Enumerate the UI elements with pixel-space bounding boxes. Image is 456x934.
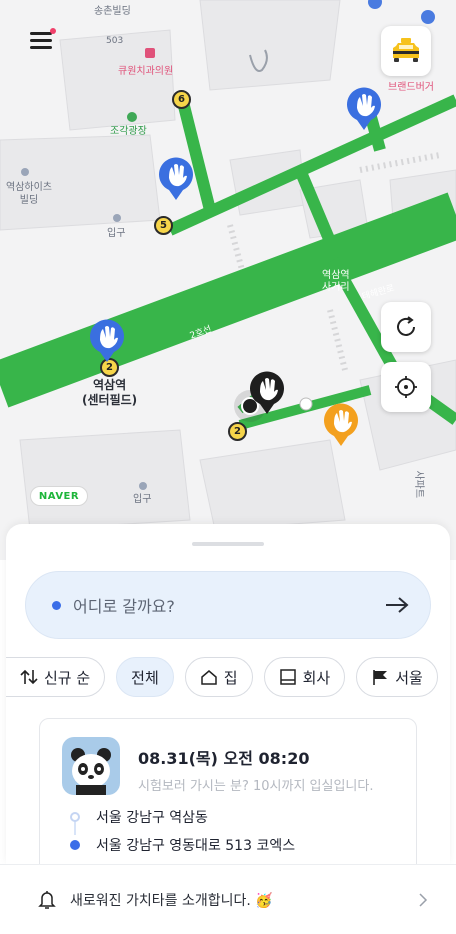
flag-icon [373,670,388,685]
hamburger-icon[interactable] [28,28,56,54]
hand-wave-pin-icon[interactable] [322,402,360,448]
map-label-station: 역삼역 (센터필드) [82,378,138,407]
home-icon [201,670,217,685]
chip-all[interactable]: 전체 [116,657,174,697]
panda-avatar-icon [71,748,111,795]
route-destination: 서울 강남구 영동대로 513 코엑스 [70,835,295,855]
notification-dot [50,28,56,34]
ride-message: 시험보러 가시는 분? 10시까지 입실입니다. [138,779,374,794]
bottom-sheet: 어디로 갈까요? 신규 순 전체 집 회사 서울 08.31(목) 오전 08:… [6,524,450,864]
chip-work-label: 회사 [302,668,331,687]
map-label-apartment: 사파트 [413,470,425,499]
sort-chip-label: 신규 순 [44,668,91,687]
search-placeholder: 어디로 갈까요? [73,597,175,616]
banner-text: 새로워진 가치타를 소개합니다. 🥳 [70,892,273,909]
chip-work[interactable]: 회사 [263,657,346,697]
bell-icon [38,890,56,909]
chip-flag-label: 서울 [395,668,423,687]
destination-circle [70,840,80,850]
refresh-icon [397,316,415,336]
origin-dot [52,600,61,610]
stop-badge[interactable]: 2 [228,422,247,441]
announcement-banner[interactable]: 새로워진 가치타를 소개합니다. 🥳 [0,864,456,934]
chip-home-label: 집 [223,668,238,687]
map-label-heights: 역삼하이츠 빌딩 [6,182,52,206]
map-label-intersection: 역삼역 사거리 [322,270,350,293]
map-label-burger: 브랜드버거 [388,82,434,93]
ride-card[interactable]: 08.31(목) 오전 08:20 시험보러 가시는 분? 10시까지 입실입니… [39,718,417,864]
map-label-entrance: 입구 [133,494,152,505]
destination-text: 서울 강남구 영동대로 513 코엑스 [96,838,296,854]
hand-wave-pin-icon[interactable] [157,156,195,202]
chip-home[interactable]: 집 [184,657,253,697]
sheet-handle[interactable] [192,542,264,546]
route-origin: 서울 강남구 역삼동 [70,807,208,827]
arrow-right-icon[interactable] [384,595,410,615]
filter-chips: 신규 순 전체 집 회사 서울 [6,657,438,699]
hand-wave-pin-icon[interactable] [88,318,126,364]
taxi-icon [393,38,419,62]
hand-wave-pin-icon[interactable] [248,370,286,416]
office-icon [279,669,296,685]
refresh-button[interactable] [381,302,431,352]
locate-button[interactable] [381,362,431,412]
map-view[interactable]: 송촌빌딩 503 큐원치과의원 조각광장 브랜드버거 역삼하이츠 빌딩 입구 입구… [0,0,456,560]
hand-wave-pin-icon[interactable] [345,86,383,132]
crosshair-icon [395,376,417,398]
naver-logo: NAVER [30,486,88,506]
chevron-right-icon[interactable] [418,892,428,907]
sort-icon [20,669,38,685]
map-label-plaza: 조각광장 [110,126,147,137]
map-label-building: 송촌빌딩 [94,6,131,17]
search-input[interactable]: 어디로 갈까요? [25,571,431,639]
avatar [62,737,120,795]
origin-circle [70,812,80,822]
ride-time: 08.31(목) 오전 08:20 [138,749,310,768]
map-label-entrance: 입구 [107,228,126,239]
chip-flag[interactable]: 서울 [356,657,438,697]
map-label-dental: 큐원치과의원 [118,66,174,77]
chip-all-label: 전체 [131,668,159,687]
sort-chip[interactable]: 신규 순 [6,657,106,697]
origin-text: 서울 강남구 역삼동 [96,810,208,826]
taxi-button[interactable] [381,26,431,76]
stop-badge[interactable]: 6 [172,90,191,109]
map-label-address: 503 [106,36,124,46]
stop-badge[interactable]: 5 [154,216,173,235]
